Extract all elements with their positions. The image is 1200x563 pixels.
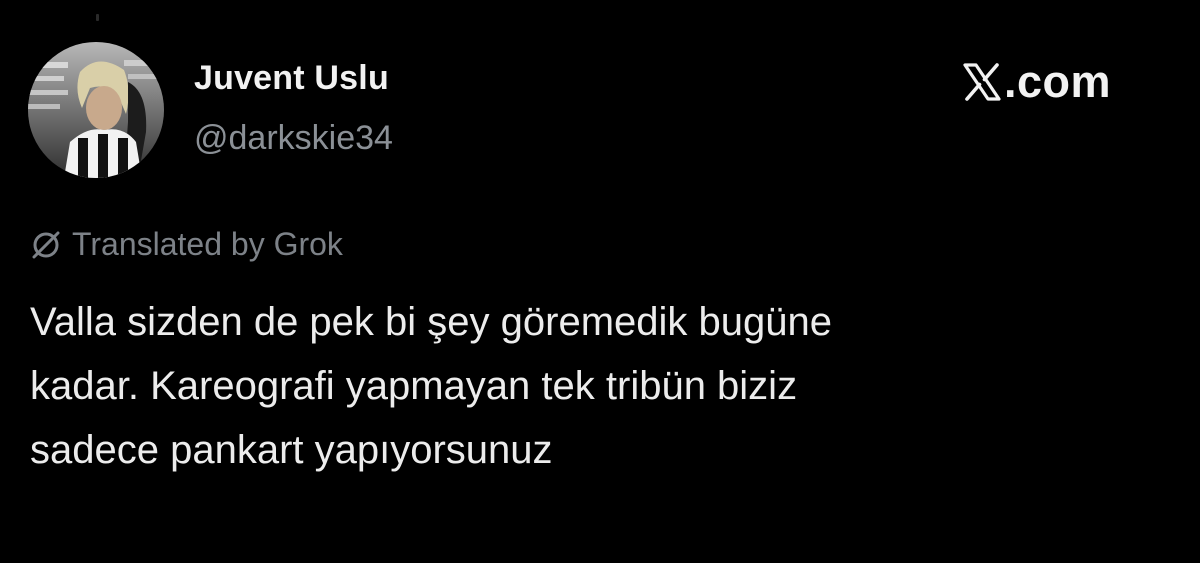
- tweet-text: Valla sizden de pek bi şey göremedik bug…: [30, 290, 1170, 482]
- tweet-line: sadece pankart yapıyorsunuz: [30, 428, 553, 472]
- decorative-dot: [96, 14, 99, 21]
- brand-watermark: .com: [962, 57, 1111, 107]
- profile-photo-icon: [28, 42, 164, 178]
- user-handle[interactable]: @darkskie34: [194, 119, 393, 158]
- tweet-line: kadar. Kareografi yapmayan tek tribün bi…: [30, 364, 798, 408]
- avatar[interactable]: [28, 42, 164, 178]
- brand-suffix: .com: [1004, 56, 1112, 107]
- x-logo-icon: [963, 63, 1001, 101]
- grok-icon: [32, 231, 60, 258]
- tweet-card: Juvent Uslu @darkskie34 .com Translated …: [0, 0, 1200, 563]
- translation-label: Translated by Grok: [72, 226, 343, 262]
- translation-notice[interactable]: Translated by Grok: [30, 226, 343, 263]
- display-name[interactable]: Juvent Uslu: [194, 59, 389, 98]
- tweet-line: Valla sizden de pek bi şey göremedik bug…: [30, 300, 832, 344]
